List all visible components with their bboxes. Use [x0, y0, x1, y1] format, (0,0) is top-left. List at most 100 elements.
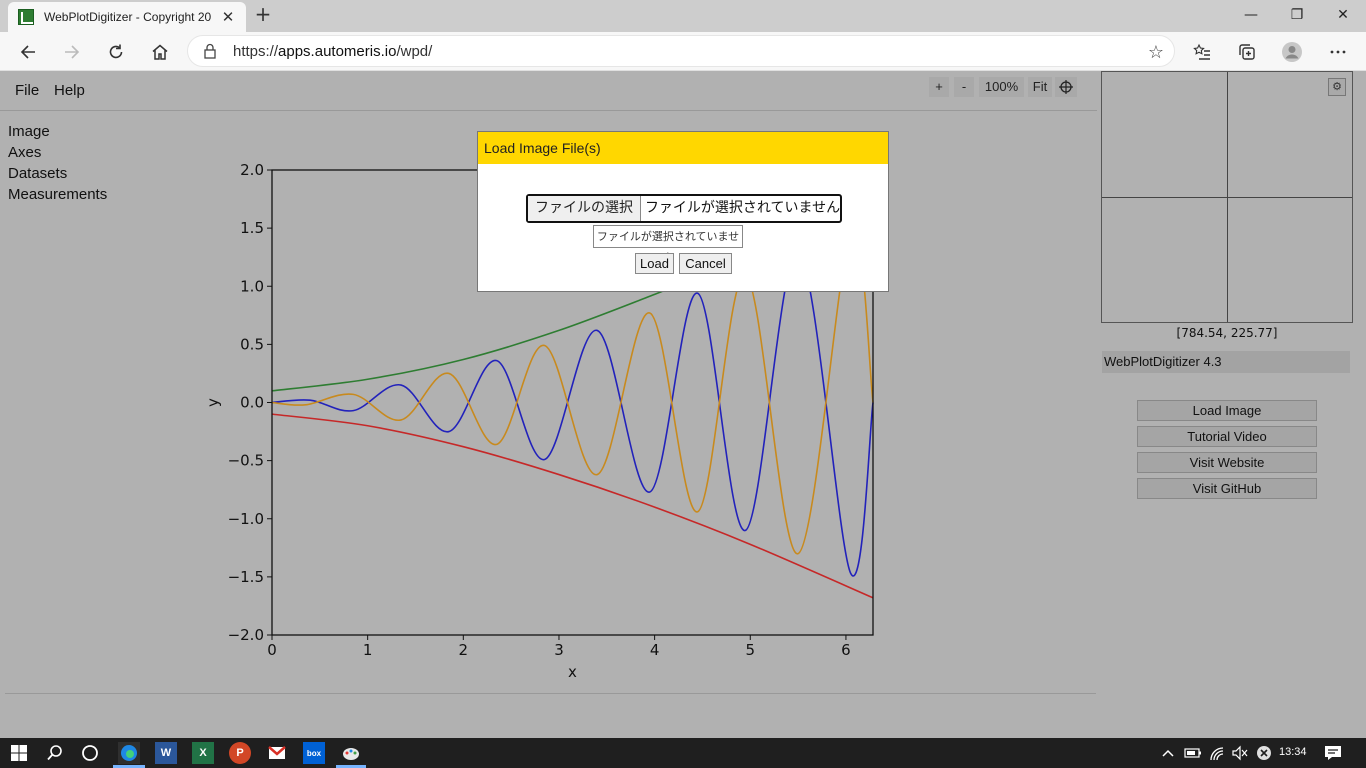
show-hidden-icons-button[interactable]: [1157, 742, 1179, 764]
x-axis-label: x: [568, 663, 577, 681]
choose-file-button[interactable]: ファイルの選択: [528, 196, 641, 221]
favorite-star-icon[interactable]: ☆: [1148, 42, 1164, 63]
x-tick-label: 4: [650, 641, 660, 659]
y-tick-label: −1.5: [228, 568, 264, 586]
clock[interactable]: 13:34: [1279, 746, 1307, 758]
load-image-button[interactable]: Load Image: [1137, 400, 1317, 421]
y-axis-label: y: [204, 398, 222, 407]
windows-taskbar: W X P box 13:34: [0, 738, 1366, 768]
series-line-0: [271, 285, 675, 392]
search-icon: [47, 745, 62, 761]
task-view-button[interactable]: [79, 742, 101, 764]
load-button[interactable]: Load: [635, 253, 674, 274]
wifi-icon: [1210, 747, 1224, 761]
cursor-coordinates: [784.54, 225.77]: [1176, 326, 1278, 340]
network-status[interactable]: [1206, 742, 1228, 764]
profile-button[interactable]: [1277, 37, 1307, 67]
forward-button[interactable]: [57, 37, 87, 67]
cancel-button[interactable]: Cancel: [679, 253, 732, 274]
menu-bar: File Help + - 100% Fit: [0, 71, 1097, 111]
chevron-up-icon: [1162, 749, 1174, 757]
fit-button[interactable]: Fit: [1028, 77, 1052, 97]
y-tick-label: 1.5: [240, 219, 264, 237]
favicon-icon: [18, 9, 34, 25]
y-tick-label: 0.0: [240, 394, 264, 412]
battery-icon: [1184, 748, 1201, 758]
browser-tab[interactable]: WebPlotDigitizer - Copyright 20 ✕: [8, 2, 246, 32]
collections-icon: [1239, 44, 1255, 60]
file-status: ファイルが選択されていません: [644, 200, 840, 216]
crosshair-icon: [1059, 80, 1073, 94]
url-text: https://apps.automeris.io/wpd/: [233, 43, 432, 60]
lock-icon: [204, 43, 216, 59]
y-tick-label: 2.0: [240, 161, 264, 179]
close-tab-icon[interactable]: ✕: [218, 7, 238, 27]
crosshair-button[interactable]: [1055, 77, 1077, 97]
sidebar-item-image[interactable]: Image: [8, 123, 50, 140]
palette-icon: [343, 748, 359, 760]
favorites-button[interactable]: [1187, 37, 1217, 67]
search-button[interactable]: [44, 742, 66, 764]
paint-taskbar-icon[interactable]: [340, 742, 362, 764]
sidebar-item-axes[interactable]: Axes: [8, 144, 41, 161]
action-center-button[interactable]: [1322, 742, 1344, 764]
minimize-button[interactable]: —: [1228, 0, 1274, 30]
y-tick-label: −1.0: [228, 510, 264, 528]
file-tooltip: ファイルが選択されていません: [593, 225, 743, 264]
sidebar-item-datasets[interactable]: Datasets: [8, 165, 67, 182]
zoom-out-button[interactable]: -: [954, 77, 974, 97]
muted-speaker-icon: [1232, 745, 1248, 761]
tutorial-video-button[interactable]: Tutorial Video: [1137, 426, 1317, 447]
close-circle-icon: [1257, 746, 1271, 760]
notification-icon: [1325, 746, 1341, 760]
y-tick-label: 0.5: [240, 335, 264, 353]
x-tick-label: 2: [459, 641, 469, 659]
zoom-in-button[interactable]: +: [929, 77, 949, 97]
box-taskbar-icon[interactable]: box: [303, 742, 325, 764]
favorites-list-icon: [1193, 43, 1210, 60]
back-button[interactable]: [13, 37, 43, 67]
x-tick-label: 6: [841, 641, 851, 659]
menu-help[interactable]: Help: [54, 82, 85, 99]
x-tick-label: 0: [267, 641, 277, 659]
series-line-2: [271, 250, 874, 577]
browser-toolbar: https://apps.automeris.io/wpd/ ☆: [0, 32, 1366, 71]
cortana-circle-icon: [82, 745, 98, 761]
x-tick-label: 1: [363, 641, 373, 659]
url-host: apps.automeris.io: [278, 43, 397, 60]
x-tick-label: 3: [554, 641, 564, 659]
more-menu-button[interactable]: [1323, 37, 1353, 67]
dialog-title: Load Image File(s): [478, 132, 888, 164]
magnifier-view: ⚙: [1101, 71, 1353, 323]
battery-status[interactable]: [1182, 742, 1204, 764]
edge-taskbar-icon[interactable]: [118, 742, 140, 764]
start-button[interactable]: [8, 742, 30, 764]
visit-website-button[interactable]: Visit Website: [1137, 452, 1317, 473]
sidebar-item-measurements[interactable]: Measurements: [8, 186, 107, 203]
address-bar[interactable]: https://apps.automeris.io/wpd/ ☆: [187, 35, 1175, 67]
load-image-dialog: Load Image File(s) ファイルの選択 ファイルが選択されていませ…: [477, 131, 889, 292]
notification-status[interactable]: [1253, 742, 1275, 764]
collections-button[interactable]: [1232, 37, 1262, 67]
powerpoint-taskbar-icon[interactable]: P: [229, 742, 251, 764]
url-scheme: https://: [233, 43, 279, 60]
zoom-level: 100%: [979, 77, 1024, 97]
x-tick-label: 5: [746, 641, 756, 659]
magnifier-crosshair-horizontal: [1102, 197, 1352, 198]
word-taskbar-icon[interactable]: W: [155, 742, 177, 764]
mail-taskbar-icon[interactable]: [266, 742, 288, 764]
home-button[interactable]: [145, 37, 175, 67]
restore-button[interactable]: ❐: [1274, 0, 1320, 30]
avatar-icon: [1282, 42, 1302, 62]
y-tick-label: −2.0: [228, 626, 264, 644]
excel-taskbar-icon[interactable]: X: [192, 742, 214, 764]
visit-github-button[interactable]: Visit GitHub: [1137, 478, 1317, 499]
refresh-button[interactable]: [101, 37, 131, 67]
close-window-button[interactable]: ✕: [1320, 0, 1366, 30]
menu-file[interactable]: File: [15, 82, 39, 99]
file-input[interactable]: ファイルの選択 ファイルが選択されていません: [526, 194, 842, 223]
new-tab-button[interactable]: +: [252, 4, 274, 26]
volume-status[interactable]: [1229, 742, 1251, 764]
home-icon: [152, 44, 168, 60]
magnifier-settings-icon[interactable]: ⚙: [1328, 78, 1346, 96]
